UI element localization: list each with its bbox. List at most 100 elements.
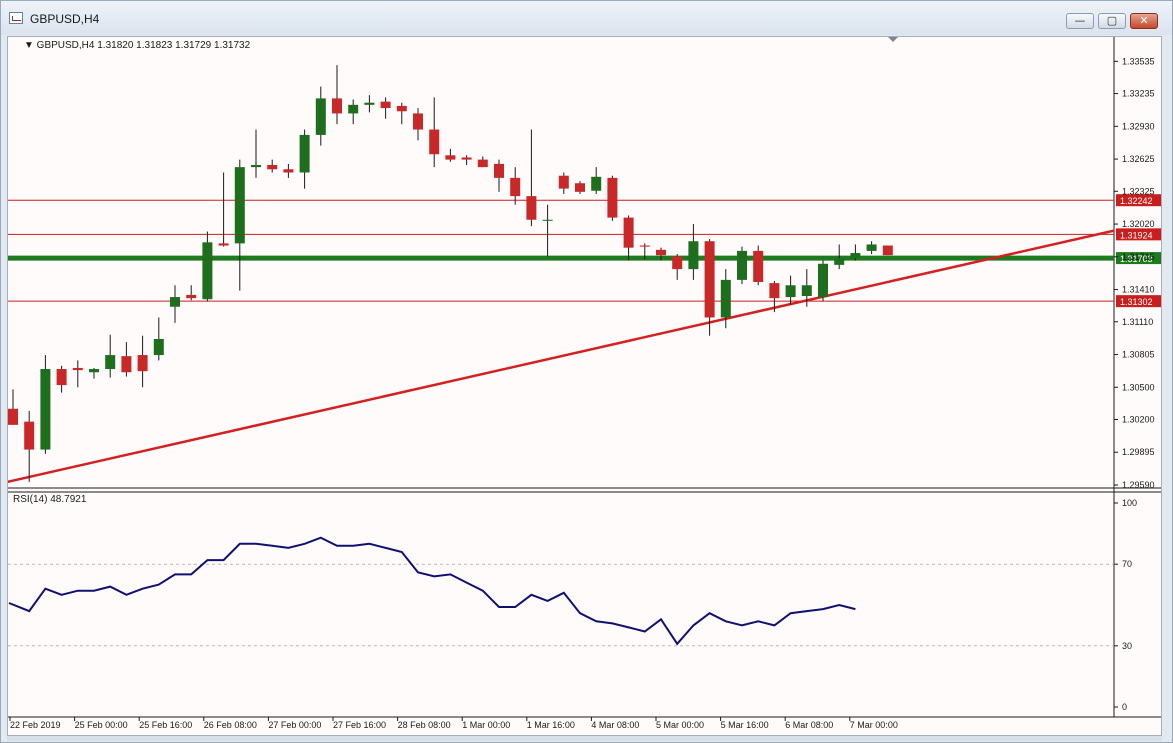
candle-body — [866, 244, 877, 251]
candle-body — [494, 163, 504, 178]
candle-body — [477, 159, 488, 168]
candle-body — [89, 369, 99, 373]
candle — [413, 108, 423, 141]
candle-body — [299, 134, 310, 173]
time-tick-label: 1 Mar 16:00 — [527, 720, 575, 730]
level-label: 1.32242 — [1120, 196, 1153, 206]
candle — [283, 163, 294, 178]
candle — [510, 167, 521, 205]
candle-body — [24, 421, 35, 450]
candle-body — [818, 263, 828, 298]
candle — [607, 175, 618, 221]
candle-body — [575, 183, 585, 192]
candle-body — [170, 297, 180, 307]
candle — [364, 95, 375, 113]
candle-body — [850, 253, 861, 259]
candle-body — [753, 250, 764, 283]
candle-body — [234, 167, 245, 244]
rsi-tick-label: 70 — [1122, 559, 1132, 569]
candle-body — [591, 176, 602, 191]
candle — [542, 204, 553, 257]
rsi-label: RSI(14) 48.7921 — [13, 494, 87, 505]
rsi-tick-label: 100 — [1122, 498, 1137, 508]
price-tick-label: 1.33235 — [1122, 89, 1155, 99]
chart-shift-marker — [888, 37, 898, 42]
candle-body — [510, 177, 521, 197]
candle-body — [8, 408, 18, 425]
candle-body — [396, 105, 407, 112]
time-tick-label: 27 Feb 16:00 — [333, 720, 386, 730]
candle-body — [461, 157, 472, 160]
time-tick-label: 4 Mar 08:00 — [591, 720, 639, 730]
price-tick-label: 1.31410 — [1122, 285, 1155, 295]
candle-body — [688, 241, 699, 270]
candle-body — [380, 101, 391, 109]
candle-body — [315, 98, 326, 135]
candle — [234, 159, 245, 291]
candle — [153, 317, 164, 361]
candle — [137, 335, 148, 388]
candle — [526, 129, 537, 227]
candle-body — [348, 104, 359, 114]
candle — [737, 246, 747, 285]
time-tick-label: 7 Mar 00:00 — [850, 720, 898, 730]
candle — [299, 129, 310, 189]
close-button[interactable]: ✕ — [1130, 13, 1158, 29]
candle — [56, 365, 67, 393]
title-bar[interactable]: GBPUSD,H4 — ▢ ✕ — [1, 1, 1172, 35]
candle — [623, 215, 634, 261]
candle — [477, 156, 488, 168]
candle-body — [283, 169, 294, 173]
time-tick-label: 25 Feb 00:00 — [75, 720, 128, 730]
candle-body — [704, 241, 715, 318]
horizontal-scrollbar[interactable] — [7, 736, 1162, 741]
candle — [575, 181, 585, 194]
candle — [591, 167, 602, 194]
price-tick-label: 1.32625 — [1122, 154, 1155, 164]
chart-frame[interactable]: 1.32242 1.31924 1.31703 1.31302 1.33535 1.33… — [7, 36, 1162, 736]
candle — [461, 155, 472, 165]
candle — [24, 410, 35, 482]
candle — [332, 65, 342, 125]
candle — [348, 99, 359, 125]
candle-body — [105, 355, 116, 370]
candle — [494, 159, 504, 192]
candle-body — [56, 369, 67, 386]
candle-body — [413, 113, 423, 130]
candle-body — [526, 196, 537, 220]
window-title: GBPUSD,H4 — [30, 12, 100, 26]
candle-body — [137, 355, 148, 372]
chart-icon — [9, 12, 23, 24]
candle-body — [558, 175, 569, 189]
candle — [785, 275, 796, 305]
time-tick-label: 25 Feb 16:00 — [139, 720, 192, 730]
price-chart[interactable]: 1.322421.319241.317031.31302 1.335351.33… — [8, 37, 1162, 736]
candle-body — [672, 256, 683, 270]
maximize-button[interactable]: ▢ — [1098, 13, 1126, 29]
candle — [429, 97, 440, 168]
candle-body — [267, 164, 278, 170]
candle — [380, 97, 391, 119]
candle-body — [769, 283, 780, 299]
time-tick-label: 22 Feb 2019 — [10, 720, 61, 730]
candle — [818, 260, 828, 302]
candle — [89, 367, 99, 379]
price-tick-label: 1.31715 — [1122, 252, 1155, 262]
price-tick-label: 1.30805 — [1122, 350, 1155, 360]
candle — [218, 172, 229, 247]
minimize-button[interactable]: — — [1066, 13, 1094, 29]
candle-body — [639, 245, 650, 247]
candle-body — [801, 285, 812, 296]
candle — [72, 360, 83, 388]
candle-body — [153, 338, 164, 356]
candle — [202, 231, 213, 302]
trend-line — [8, 229, 1115, 484]
rsi-tick-label: 0 — [1122, 702, 1127, 712]
time-tick-label: 28 Feb 08:00 — [398, 720, 451, 730]
rsi-tick-label: 30 — [1122, 641, 1132, 651]
time-tick-label: 6 Mar 08:00 — [785, 720, 833, 730]
candle-body — [429, 129, 440, 155]
candle-body — [737, 250, 747, 280]
candle — [445, 148, 456, 162]
candle — [267, 159, 278, 173]
